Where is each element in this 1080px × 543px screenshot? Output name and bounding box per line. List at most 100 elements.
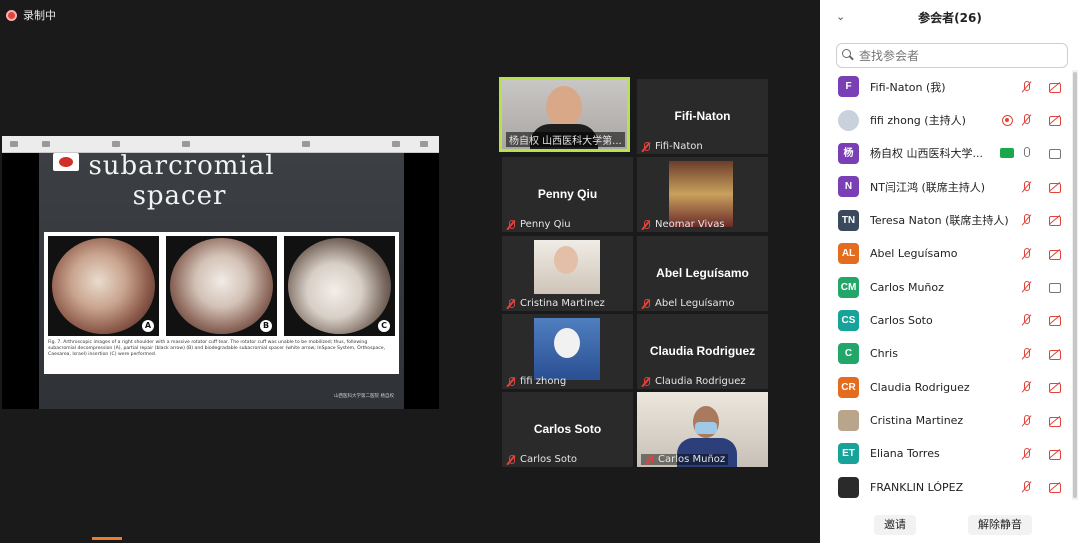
mic-icon[interactable] bbox=[1020, 147, 1033, 159]
search-icon bbox=[842, 49, 853, 60]
tile-name-label: Fifi-Naton bbox=[641, 141, 703, 152]
video-tile[interactable]: Carlos Soto Carlos Soto bbox=[502, 392, 633, 467]
muted-mic-icon bbox=[506, 298, 516, 309]
tile-name-label: Abel Leguísamo bbox=[641, 298, 735, 309]
muted-mic-icon[interactable] bbox=[1020, 80, 1033, 93]
camera-off-icon[interactable] bbox=[1049, 448, 1062, 460]
video-tile[interactable]: Claudia Rodriguez Claudia Rodriguez bbox=[637, 314, 768, 389]
participant-row[interactable]: fifi zhong (主持人) bbox=[820, 103, 1072, 136]
muted-mic-icon[interactable] bbox=[1020, 281, 1033, 293]
muted-mic-icon[interactable] bbox=[1020, 114, 1033, 126]
tile-name-label: 杨自权 山西医科大学第... bbox=[506, 132, 625, 147]
muted-mic-icon[interactable] bbox=[1020, 347, 1033, 360]
record-icon bbox=[6, 9, 17, 21]
camera-off-icon[interactable] bbox=[1049, 214, 1062, 227]
participant-row[interactable]: AL Abel Leguísamo bbox=[820, 237, 1072, 270]
participant-row[interactable]: ET Eliana Torres bbox=[820, 437, 1072, 470]
toolbar-icon bbox=[182, 141, 190, 147]
muted-mic-icon[interactable] bbox=[1020, 414, 1033, 427]
participant-row[interactable]: C Chris bbox=[820, 337, 1072, 370]
camera-off-icon[interactable] bbox=[1049, 181, 1062, 193]
camera-off-icon[interactable] bbox=[1049, 248, 1062, 260]
muted-mic-icon[interactable] bbox=[1020, 381, 1033, 393]
muted-mic-icon[interactable] bbox=[1020, 314, 1033, 326]
participant-name: Abel Leguísamo bbox=[870, 247, 958, 261]
search-input[interactable] bbox=[836, 43, 1068, 68]
panel-footer: 邀请 解除静音 bbox=[820, 510, 1080, 543]
muted-mic-icon[interactable] bbox=[1020, 447, 1033, 460]
avatar: ET bbox=[838, 443, 859, 465]
avatar: CM bbox=[838, 276, 859, 298]
avatar: 杨 bbox=[838, 142, 859, 164]
profile-avatar bbox=[554, 328, 580, 358]
participant-row[interactable]: CR Claudia Rodriguez bbox=[820, 371, 1072, 404]
camera-icon[interactable] bbox=[1049, 281, 1062, 294]
muted-mic-icon bbox=[641, 298, 651, 309]
tile-display-name: Penny Qiu bbox=[537, 187, 598, 201]
slide: subarcromial spacer A B C Fig. 7. Arthro… bbox=[39, 151, 404, 409]
video-tile[interactable]: Penny Qiu Penny Qiu bbox=[502, 157, 633, 232]
arthroscopic-image: C bbox=[284, 236, 395, 336]
camera-off-icon[interactable] bbox=[1049, 381, 1062, 394]
figure-label: A bbox=[142, 320, 154, 332]
camera-off-icon[interactable] bbox=[1049, 114, 1062, 127]
muted-mic-icon[interactable] bbox=[1020, 180, 1033, 193]
camera-off-icon[interactable] bbox=[1049, 415, 1062, 427]
participant-name: Chris bbox=[870, 347, 898, 361]
participant-name: 杨自权 山西医科大学... bbox=[870, 147, 983, 161]
muted-mic-icon[interactable] bbox=[1020, 481, 1033, 493]
invite-button[interactable]: 邀请 bbox=[874, 515, 916, 535]
participant-row[interactable]: 杨 杨自权 山西医科大学... bbox=[820, 137, 1072, 170]
camera-off-icon[interactable] bbox=[1049, 81, 1062, 93]
participant-row[interactable]: N NT闫江鸿 (联席主持人) bbox=[820, 170, 1072, 203]
participant-face bbox=[546, 86, 582, 128]
muted-mic-icon[interactable] bbox=[1020, 247, 1033, 260]
muted-mic-icon bbox=[506, 454, 516, 465]
participant-row[interactable]: FRANKLIN LÓPEZ bbox=[820, 471, 1072, 504]
video-tile[interactable]: Cristina Martinez bbox=[502, 236, 633, 311]
camera-off-icon[interactable] bbox=[1049, 481, 1062, 494]
scope-view bbox=[52, 238, 155, 334]
avatar: AL bbox=[838, 243, 859, 265]
participants-panel: ⌄ 参会者(26) F Fifi-Naton (我) fifi zhong (主… bbox=[820, 0, 1080, 543]
video-tile[interactable]: Abel Leguísamo Abel Leguísamo bbox=[637, 236, 768, 311]
scrollbar-thumb[interactable] bbox=[1073, 72, 1077, 498]
participant-row[interactable]: CS Carlos Soto bbox=[820, 304, 1072, 337]
figure: A B C Fig. 7. Arthroscopic images of a r… bbox=[44, 232, 399, 374]
toolbar-icon bbox=[42, 141, 50, 147]
participant-name: Carlos Soto bbox=[870, 313, 933, 327]
participant-name: FRANKLIN LÓPEZ bbox=[870, 480, 964, 494]
participant-row[interactable]: CM Carlos Muñoz bbox=[820, 270, 1072, 303]
recording-indicator[interactable]: 录制中 bbox=[6, 7, 56, 23]
muted-mic-icon[interactable] bbox=[1020, 214, 1033, 226]
camera-off-icon[interactable] bbox=[1049, 314, 1062, 327]
panel-header: ⌄ 参会者(26) bbox=[820, 0, 1080, 34]
toolbar-icon bbox=[10, 141, 18, 147]
unmute-button[interactable]: 解除静音 bbox=[968, 515, 1032, 535]
muted-mic-icon bbox=[506, 219, 516, 230]
recording-icon bbox=[1001, 114, 1014, 127]
avatar: N bbox=[838, 176, 859, 198]
arthroscopic-image: B bbox=[166, 236, 277, 336]
arthroscopic-image: A bbox=[48, 236, 159, 336]
participant-face bbox=[554, 246, 578, 274]
slide-title-line2: spacer bbox=[132, 181, 227, 211]
slide-footer: 山西医科大学第二医院 杨自权 bbox=[334, 394, 394, 399]
scope-view bbox=[288, 238, 391, 334]
video-tile[interactable]: Neomar Vivas bbox=[637, 157, 768, 232]
participant-row[interactable]: F Fifi-Naton (我) bbox=[820, 70, 1072, 103]
muted-mic-icon bbox=[641, 219, 651, 230]
face-mask bbox=[695, 422, 717, 434]
camera-icon[interactable] bbox=[1049, 147, 1062, 160]
video-tile[interactable]: Fifi-Naton Fifi-Naton bbox=[637, 79, 768, 154]
participant-name: Eliana Torres bbox=[870, 447, 940, 461]
participant-row[interactable]: Cristina Martinez bbox=[820, 404, 1072, 437]
video-tile-active-speaker[interactable]: 杨自权 山西医科大学第... bbox=[499, 77, 630, 152]
camera-off-icon[interactable] bbox=[1049, 348, 1062, 360]
video-tile[interactable]: Carlos Muñoz bbox=[637, 392, 768, 467]
video-tile[interactable]: fifi zhong bbox=[502, 314, 633, 389]
participant-row[interactable]: TN Teresa Naton (联席主持人) bbox=[820, 204, 1072, 237]
avatar: CR bbox=[838, 376, 859, 398]
screen-share-icon bbox=[1000, 148, 1014, 159]
avatar bbox=[838, 109, 859, 131]
